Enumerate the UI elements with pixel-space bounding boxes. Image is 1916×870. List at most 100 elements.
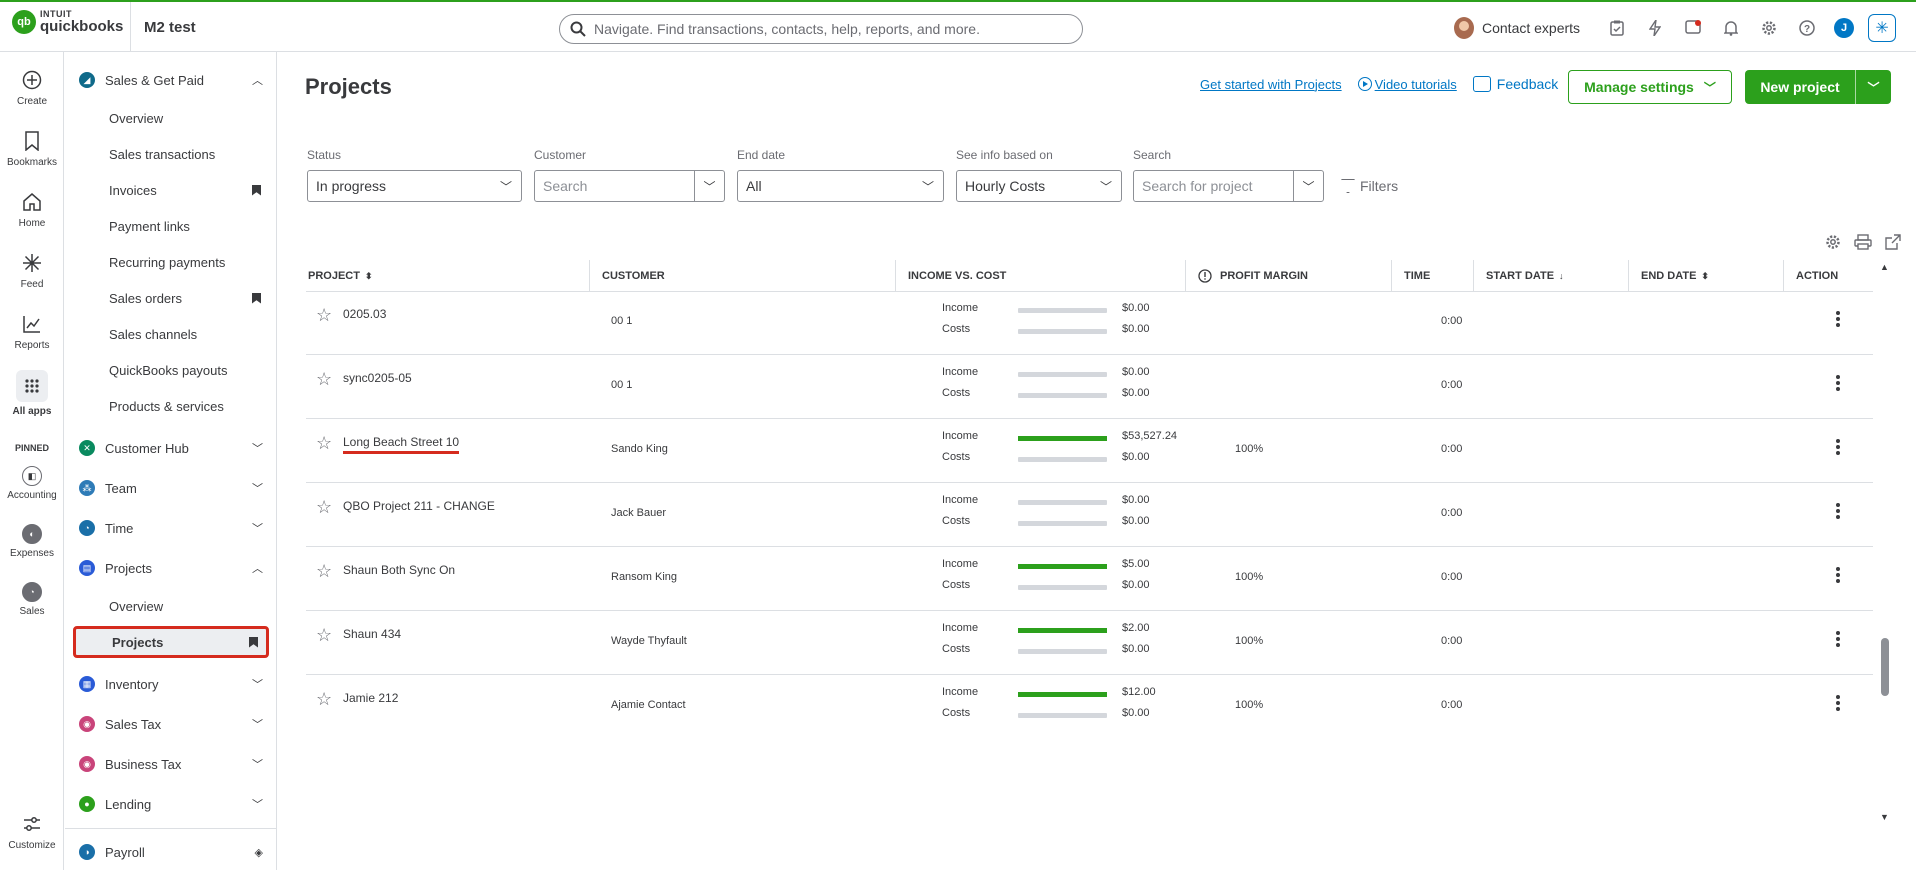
more-actions-icon[interactable] xyxy=(1836,629,1842,649)
project-name-link[interactable]: Shaun 434 xyxy=(343,627,401,641)
nav-group-payroll[interactable]: ◑ Payroll ◈ xyxy=(79,838,263,866)
assistant-icon[interactable]: ✳ xyxy=(1868,14,1897,42)
info-icon[interactable] xyxy=(1198,269,1212,283)
project-name-link[interactable]: Shaun Both Sync On xyxy=(343,563,455,577)
more-actions-icon[interactable] xyxy=(1836,309,1842,329)
info-basis-select[interactable]: Hourly Costs ﹀ xyxy=(956,170,1122,202)
lightning-icon[interactable] xyxy=(1643,16,1667,40)
customer-search-input[interactable]: Search ﹀ xyxy=(534,170,725,202)
nav-item-projects-overview[interactable]: Overview xyxy=(109,592,271,620)
nav-item-sales-transactions[interactable]: Sales transactions xyxy=(109,140,271,168)
nav-group-sales-tax[interactable]: ◉ Sales Tax ﹀ xyxy=(79,710,263,738)
project-name-link[interactable]: Long Beach Street 10 xyxy=(343,435,460,454)
nav-group-lending[interactable]: ● Lending ﹀ xyxy=(79,790,263,818)
rail-bookmarks[interactable]: Bookmarks xyxy=(0,129,64,168)
col-customer[interactable]: CUSTOMER xyxy=(589,260,665,292)
company-name[interactable]: M2 test xyxy=(144,19,196,36)
rail-expenses[interactable]: ◐ Expenses xyxy=(0,524,64,559)
table-row[interactable]: ☆ Long Beach Street 10 Sando King Income $53… xyxy=(306,419,1873,483)
global-search-input[interactable]: Navigate. Find transactions, contacts, h… xyxy=(559,14,1083,44)
project-name-link[interactable]: sync0205-05 xyxy=(343,371,412,385)
nav-group-sales[interactable]: ◢ Sales & Get Paid ︿ xyxy=(79,66,263,94)
col-time[interactable]: TIME xyxy=(1391,260,1430,292)
more-actions-icon[interactable] xyxy=(1836,437,1842,457)
bookmark-icon[interactable] xyxy=(252,184,261,196)
bell-icon[interactable] xyxy=(1719,16,1743,40)
quickbooks-logo[interactable]: qb INTUIT quickbooks xyxy=(12,10,123,34)
star-icon[interactable]: ☆ xyxy=(316,689,332,710)
table-row[interactable]: ☆ sync0205-05 00 1 Income $0.00 Costs $0.00 0:0… xyxy=(306,355,1873,419)
nav-item-overview[interactable]: Overview xyxy=(109,104,271,132)
more-actions-icon[interactable] xyxy=(1836,693,1842,713)
video-tutorials-link[interactable]: Video tutorials xyxy=(1357,77,1457,92)
star-icon[interactable]: ☆ xyxy=(316,433,332,454)
more-actions-icon[interactable] xyxy=(1836,373,1842,393)
nav-group-projects[interactable]: ▤ Projects ︿ xyxy=(79,554,263,582)
more-actions-icon[interactable] xyxy=(1836,501,1842,521)
project-search-input[interactable]: Search for project ﹀ xyxy=(1133,170,1324,202)
scroll-down-icon[interactable]: ▼ xyxy=(1880,812,1889,822)
export-icon[interactable] xyxy=(1884,233,1902,251)
col-start-date[interactable]: START DATE ↓ xyxy=(1473,260,1564,292)
rail-sales[interactable]: ◔ Sales xyxy=(0,582,64,617)
col-end-date[interactable]: END DATE ⬍ xyxy=(1628,260,1709,292)
gear-icon[interactable] xyxy=(1757,16,1781,40)
rail-all-apps[interactable]: All apps xyxy=(0,370,64,417)
nav-group-time[interactable]: ◔ Time ﹀ xyxy=(79,514,263,542)
status-select[interactable]: In progress ﹀ xyxy=(307,170,522,202)
rail-home[interactable]: Home xyxy=(0,190,64,229)
nav-item-recurring-payments[interactable]: Recurring payments xyxy=(109,248,271,276)
col-profit-margin[interactable]: PROFIT MARGIN xyxy=(1185,260,1308,292)
chevron-down-icon[interactable]: ﹀ xyxy=(694,171,724,201)
clipboard-icon[interactable] xyxy=(1605,16,1629,40)
nav-item-projects[interactable]: Projects xyxy=(73,626,269,658)
star-icon[interactable]: ☆ xyxy=(316,497,332,518)
manage-settings-button[interactable]: Manage settings ﹀ xyxy=(1568,70,1732,104)
user-avatar[interactable]: J xyxy=(1834,18,1855,38)
table-row[interactable]: ☆ QBO Project 211 - CHANGE Jack Bauer Incom… xyxy=(306,483,1873,547)
rail-feed[interactable]: Feed xyxy=(0,251,64,290)
print-icon[interactable] xyxy=(1854,233,1872,251)
nav-item-quickbooks-payouts[interactable]: QuickBooks payouts xyxy=(109,356,271,384)
bookmark-icon[interactable] xyxy=(252,292,261,304)
star-icon[interactable]: ☆ xyxy=(316,369,332,390)
nav-item-sales-orders[interactable]: Sales orders xyxy=(109,284,271,312)
table-scrollbar[interactable]: ▲ ▼ xyxy=(1879,260,1891,824)
new-project-dropdown-icon[interactable]: ﹀ xyxy=(1856,79,1891,96)
rail-accounting[interactable]: ◧ Accounting xyxy=(0,466,64,501)
contact-experts-link[interactable]: Contact experts xyxy=(1482,20,1580,36)
nav-item-products-services[interactable]: Products & services xyxy=(109,392,271,420)
project-name-link[interactable]: Jamie 212 xyxy=(343,691,398,705)
nav-item-payment-links[interactable]: Payment links xyxy=(109,212,271,240)
col-project[interactable]: PROJECT ⬍ xyxy=(306,260,373,292)
help-icon[interactable]: ? xyxy=(1795,16,1819,40)
star-icon[interactable]: ☆ xyxy=(316,305,332,326)
bookmark-icon[interactable] xyxy=(249,636,258,648)
scroll-up-icon[interactable]: ▲ xyxy=(1880,262,1889,272)
rail-reports[interactable]: Reports xyxy=(0,312,64,351)
table-row[interactable]: ☆ Shaun Both Sync On Ransom King Income $5.0… xyxy=(306,547,1873,611)
gear-icon[interactable] xyxy=(1824,233,1842,251)
more-actions-icon[interactable] xyxy=(1836,565,1842,585)
table-row[interactable]: ☆ Jamie 212 Ajamie Contact Income $12.00 Cost… xyxy=(306,675,1873,738)
star-icon[interactable]: ☆ xyxy=(316,625,332,646)
nav-item-sales-channels[interactable]: Sales channels xyxy=(109,320,271,348)
nav-group-team[interactable]: ⁂ Team ﹀ xyxy=(79,474,263,502)
nav-item-invoices[interactable]: Invoices xyxy=(109,176,271,204)
apps-icon[interactable] xyxy=(1681,16,1705,40)
scrollbar-thumb[interactable] xyxy=(1881,638,1889,696)
table-row[interactable]: ☆ 0205.03 00 1 Income $0.00 Costs $0.00 0:00 xyxy=(306,292,1873,355)
rail-customize[interactable]: Customize xyxy=(0,812,64,851)
new-project-button[interactable]: New project ﹀ xyxy=(1745,70,1891,104)
nav-group-inventory[interactable]: ▦ Inventory ﹀ xyxy=(79,670,263,698)
col-income-vs-cost[interactable]: INCOME VS. COST xyxy=(895,260,1006,292)
project-name-link[interactable]: QBO Project 211 - CHANGE xyxy=(343,499,495,513)
filters-button[interactable]: Filters xyxy=(1341,178,1398,194)
chevron-down-icon[interactable]: ﹀ xyxy=(1293,171,1323,201)
nav-group-business-tax[interactable]: ◉ Business Tax ﹀ xyxy=(79,750,263,778)
table-row[interactable]: ☆ Shaun 434 Wayde Thyfault Income $2.00 Costs… xyxy=(306,611,1873,675)
nav-group-customer-hub[interactable]: ✕ Customer Hub ﹀ xyxy=(79,434,263,462)
star-icon[interactable]: ☆ xyxy=(316,561,332,582)
rail-create[interactable]: Create xyxy=(0,68,64,107)
project-name-link[interactable]: 0205.03 xyxy=(343,307,386,321)
